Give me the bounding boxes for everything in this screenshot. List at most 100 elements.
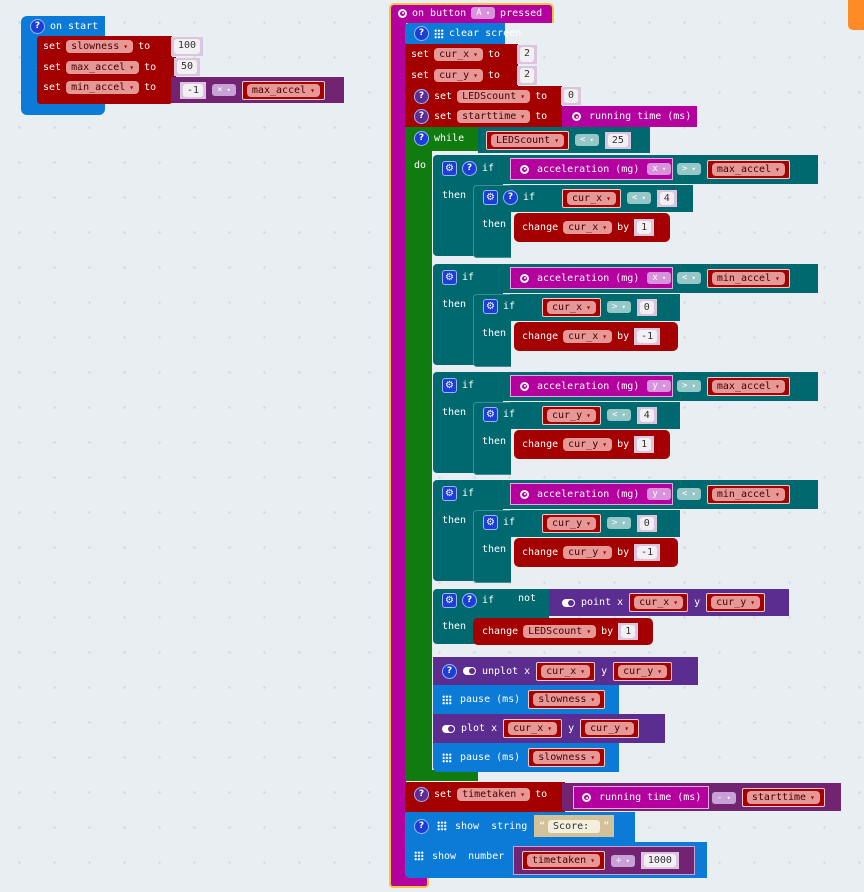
variable-dropdown[interactable]: cur_y bbox=[547, 516, 596, 530]
toolbox-tab[interactable] bbox=[848, 0, 864, 30]
help-icon[interactable]: ? bbox=[462, 592, 477, 608]
axis-dropdown[interactable]: y bbox=[647, 380, 672, 392]
variable-dropdown[interactable]: cur_y bbox=[563, 546, 613, 559]
help-icon[interactable]: ? bbox=[30, 18, 45, 34]
number-input[interactable]: 1 bbox=[634, 436, 655, 453]
operator-dropdown[interactable]: × bbox=[212, 84, 236, 96]
variable-dropdown[interactable]: max_accel bbox=[66, 60, 140, 74]
to-keyword: to bbox=[535, 111, 548, 122]
help-icon[interactable]: ? bbox=[442, 663, 457, 679]
string-value[interactable]: Score: bbox=[548, 819, 601, 833]
number-input[interactable]: 2 bbox=[517, 66, 538, 85]
gear-icon[interactable]: ⚙ bbox=[442, 377, 457, 393]
variable-dropdown[interactable]: cur_x bbox=[508, 722, 558, 735]
gear-icon[interactable]: ⚙ bbox=[442, 592, 457, 608]
variable-dropdown[interactable]: slowness bbox=[533, 751, 601, 764]
variable-dropdown[interactable]: cur_y bbox=[563, 438, 613, 451]
axis-dropdown[interactable]: y bbox=[647, 488, 672, 500]
button-dropdown[interactable]: A bbox=[471, 7, 496, 19]
variable-dropdown[interactable]: starttime bbox=[746, 791, 820, 804]
operator-dropdown[interactable]: > bbox=[606, 517, 631, 529]
variable-dropdown[interactable]: min_accel bbox=[711, 487, 785, 501]
help-icon[interactable]: ? bbox=[414, 818, 429, 834]
help-icon[interactable]: ? bbox=[414, 130, 429, 146]
number-input[interactable]: -1 bbox=[634, 544, 661, 561]
operator-dropdown[interactable]: ÷ bbox=[611, 854, 635, 867]
string-input[interactable]: “ Score: ” bbox=[534, 815, 615, 837]
operator-dropdown[interactable]: < bbox=[677, 488, 701, 500]
number-input[interactable]: 2 bbox=[517, 45, 538, 64]
set-keyword: set bbox=[434, 111, 453, 122]
variable-dropdown[interactable]: cur_x bbox=[563, 221, 613, 234]
number-input[interactable]: -1 bbox=[634, 328, 661, 345]
number-input[interactable]: 0 bbox=[561, 87, 582, 105]
help-icon[interactable]: ? bbox=[414, 109, 429, 124]
variable-dropdown[interactable]: timetaken bbox=[457, 787, 531, 801]
gear-icon[interactable]: ⚙ bbox=[442, 160, 457, 176]
operator-dropdown[interactable]: > bbox=[677, 380, 701, 392]
gear-icon[interactable]: ⚙ bbox=[442, 269, 457, 285]
variable-dropdown[interactable]: cur_y bbox=[434, 69, 483, 82]
set-keyword: set bbox=[434, 90, 453, 102]
number-input[interactable]: 50 bbox=[174, 58, 201, 76]
number-input[interactable]: -1 bbox=[180, 81, 207, 99]
variable-dropdown[interactable]: cur_x bbox=[563, 330, 613, 343]
number-input[interactable]: 1000 bbox=[640, 852, 679, 869]
gear-icon[interactable]: ⚙ bbox=[442, 485, 457, 501]
variable-dropdown[interactable]: cur_y bbox=[711, 596, 761, 609]
operator-dropdown[interactable]: < bbox=[575, 134, 599, 146]
variable-dropdown[interactable]: max_accel bbox=[711, 162, 785, 176]
number-input[interactable]: 0 bbox=[636, 514, 657, 532]
variable-dropdown[interactable]: max_accel bbox=[246, 83, 320, 97]
number-input[interactable]: 25 bbox=[604, 131, 631, 149]
gear-icon[interactable]: ⚙ bbox=[483, 514, 498, 530]
help-icon[interactable]: ? bbox=[414, 786, 429, 802]
variable-dropdown[interactable]: LEDScount bbox=[457, 89, 531, 103]
axis-dropdown[interactable]: x bbox=[647, 163, 672, 175]
if-keyword: if bbox=[503, 408, 516, 420]
variable-dropdown[interactable]: cur_x bbox=[434, 48, 483, 61]
gear-icon[interactable]: ⚙ bbox=[483, 406, 498, 422]
operator-dropdown[interactable]: < bbox=[626, 192, 651, 204]
number-input[interactable]: 0 bbox=[636, 298, 657, 316]
gear-icon[interactable]: ⚙ bbox=[483, 298, 498, 314]
plot-label: plot bbox=[461, 723, 486, 734]
help-icon[interactable]: ? bbox=[462, 160, 477, 176]
variable-dropdown[interactable]: LEDScount bbox=[491, 133, 565, 147]
variable-dropdown[interactable]: starttime bbox=[457, 110, 531, 123]
if-keyword: if bbox=[462, 379, 475, 391]
variable-dropdown[interactable]: cur_x bbox=[541, 664, 591, 678]
gear-icon[interactable]: ⚙ bbox=[483, 189, 498, 205]
number-input[interactable]: 100 bbox=[171, 37, 204, 56]
operator-dropdown[interactable]: < bbox=[606, 409, 631, 421]
running-time-label: running time (ms) bbox=[599, 792, 702, 803]
operator-dropdown[interactable]: < bbox=[677, 272, 701, 284]
number-input[interactable]: 4 bbox=[656, 189, 677, 207]
variable-dropdown[interactable]: timetaken bbox=[527, 854, 601, 867]
help-icon[interactable]: ? bbox=[414, 26, 429, 41]
variable-dropdown[interactable]: min_accel bbox=[66, 80, 140, 94]
variable-dropdown[interactable]: slowness bbox=[66, 40, 134, 53]
number-input[interactable]: 1 bbox=[634, 219, 655, 236]
variable-dropdown[interactable]: cur_y bbox=[585, 722, 635, 735]
operator-dropdown[interactable]: > bbox=[677, 163, 701, 175]
operator-dropdown[interactable]: > bbox=[606, 301, 631, 313]
toggle-icon bbox=[463, 667, 476, 675]
help-icon[interactable]: ? bbox=[414, 88, 429, 104]
variable-dropdown[interactable]: cur_x bbox=[634, 596, 684, 609]
if-keyword: if bbox=[482, 162, 495, 174]
variable-dropdown[interactable]: cur_x bbox=[567, 191, 616, 205]
variable-dropdown[interactable]: LEDScount bbox=[523, 625, 597, 638]
number-input[interactable]: 4 bbox=[636, 406, 657, 424]
axis-dropdown[interactable]: x bbox=[647, 272, 672, 284]
variable-dropdown[interactable]: cur_x bbox=[547, 300, 596, 314]
variable-dropdown[interactable]: cur_y bbox=[547, 408, 596, 422]
number-input[interactable]: 1 bbox=[618, 623, 639, 640]
operator-dropdown[interactable]: - bbox=[712, 791, 736, 804]
variable-dropdown[interactable]: slowness bbox=[533, 693, 601, 706]
variable-dropdown[interactable]: cur_y bbox=[618, 664, 668, 678]
variable-dropdown[interactable]: max_accel bbox=[711, 379, 785, 393]
then-keyword: then bbox=[482, 436, 507, 447]
variable-dropdown[interactable]: min_accel bbox=[711, 271, 785, 285]
help-icon[interactable]: ? bbox=[503, 189, 518, 205]
